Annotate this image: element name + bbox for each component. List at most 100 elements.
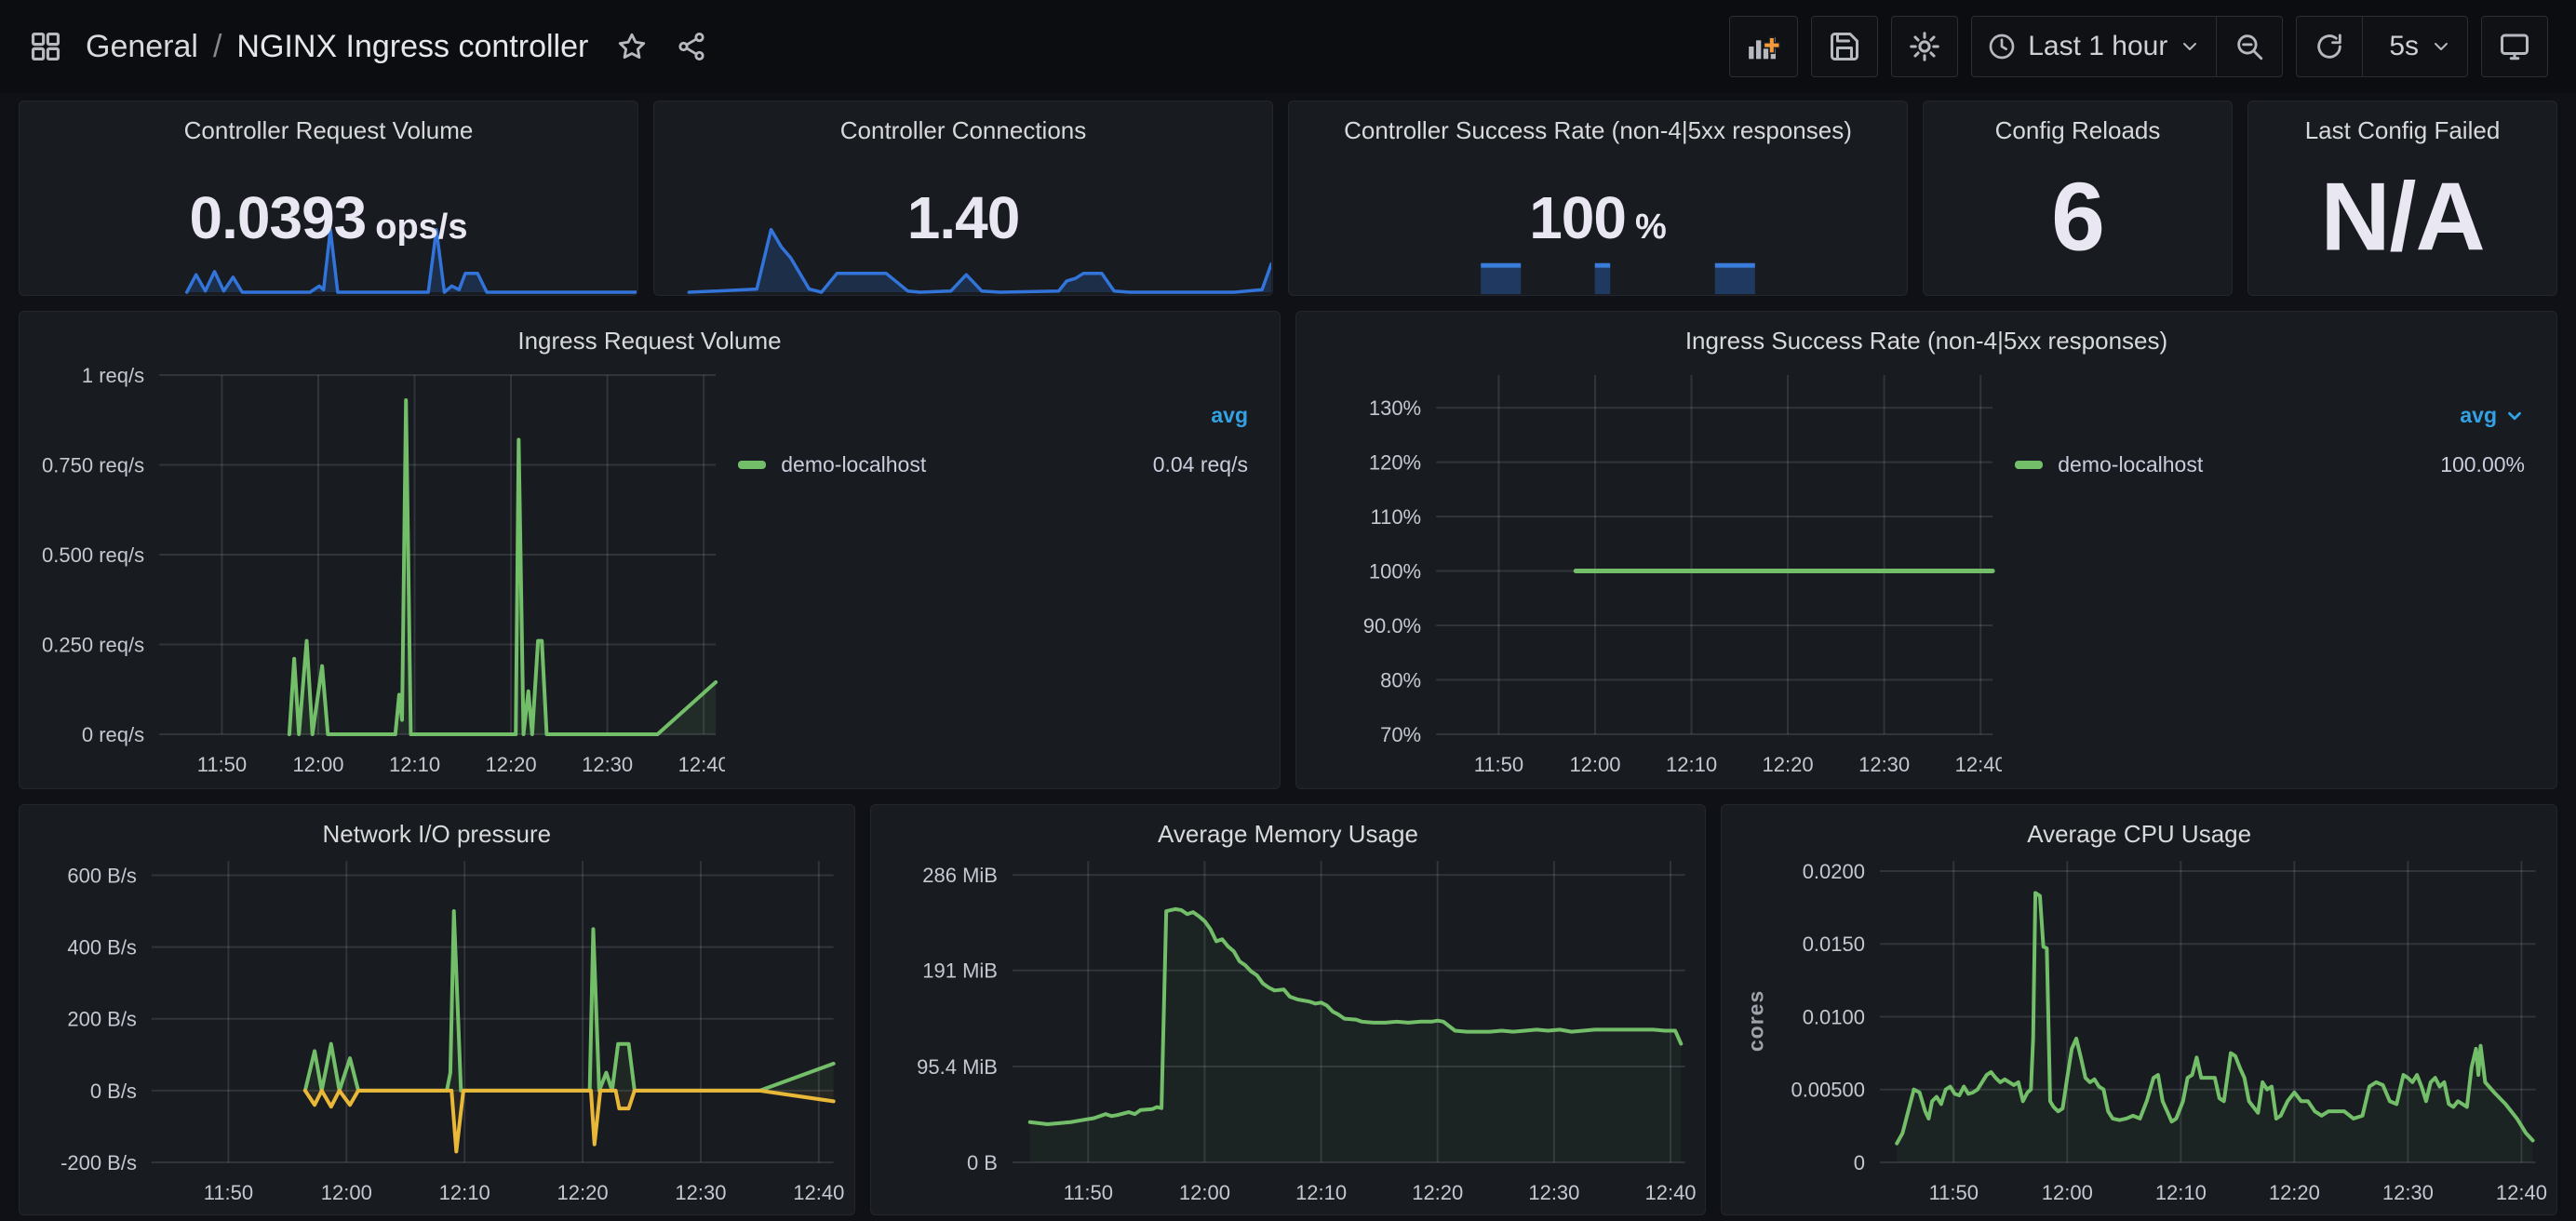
- svg-text:0.500 req/s: 0.500 req/s: [42, 543, 144, 567]
- panel-last-config-failed: Last Config Failed N/A: [2247, 101, 2557, 296]
- panel-title[interactable]: Controller Success Rate (non-4|5xx respo…: [1289, 101, 1907, 145]
- svg-text:1 req/s: 1 req/s: [82, 364, 144, 387]
- stat-value: 1.40: [654, 183, 1272, 252]
- svg-text:12:20: 12:20: [557, 1181, 609, 1204]
- clock-icon: [1987, 32, 2017, 61]
- chevron-down-icon: [2179, 35, 2201, 58]
- panel-controller-request-volume: Controller Request Volume 0.0393ops/s: [19, 101, 638, 296]
- legend-series-name[interactable]: demo-localhost: [2058, 452, 2203, 477]
- svg-text:0.750 req/s: 0.750 req/s: [42, 454, 144, 477]
- plot-area[interactable]: 11:5012:0012:1012:2012:3012:400 B95.4 Mi…: [871, 852, 1706, 1214]
- plot-area[interactable]: cores 11:5012:0012:1012:2012:3012:4000.0…: [1722, 852, 2556, 1214]
- dashboard: Controller Request Volume 0.0393ops/s Co…: [0, 93, 2576, 1215]
- svg-text:286 MiB: 286 MiB: [922, 864, 998, 887]
- svg-text:12:10: 12:10: [1295, 1181, 1347, 1204]
- legend-series-value: 0.04 req/s: [1153, 452, 1248, 477]
- time-range-label: Last 1 hour: [2028, 31, 2167, 62]
- svg-text:11:50: 11:50: [1474, 753, 1523, 776]
- breadcrumb-dashboard-title[interactable]: NGINX Ingress controller: [236, 29, 588, 65]
- series-color-swatch: [2015, 461, 2043, 469]
- stat-value: N/A: [2248, 162, 2556, 273]
- svg-text:200 B/s: 200 B/s: [67, 1008, 137, 1031]
- svg-text:12:20: 12:20: [486, 753, 537, 776]
- legend-item: demo-localhost 0.04 req/s: [725, 452, 1248, 477]
- svg-text:0 req/s: 0 req/s: [82, 723, 144, 746]
- svg-text:100%: 100%: [1369, 560, 1421, 584]
- breadcrumb-separator: /: [213, 29, 221, 65]
- svg-text:12:30: 12:30: [582, 753, 633, 776]
- graph-row-1: Ingress Request Volume 11:50 12:00 12:10 12…: [19, 311, 2557, 789]
- stat-value: 100%: [1289, 183, 1907, 252]
- navbar: General / NGINX Ingress controller: [0, 0, 2576, 93]
- panel-title[interactable]: Ingress Success Rate (non-4|5xx response…: [1296, 312, 2556, 356]
- svg-text:12:00: 12:00: [292, 753, 343, 776]
- panel-title[interactable]: Ingress Request Volume: [20, 312, 1280, 356]
- svg-text:70%: 70%: [1380, 723, 1421, 746]
- tv-monitor-icon: [2498, 30, 2531, 63]
- panel-title[interactable]: Average Memory Usage: [871, 805, 1706, 849]
- refresh-interval-picker[interactable]: 5s: [2362, 16, 2468, 77]
- tv-mode-button[interactable]: [2481, 16, 2548, 77]
- legend-item: demo-localhost 100.00%: [2002, 452, 2525, 477]
- svg-text:0 B: 0 B: [967, 1151, 998, 1174]
- legend-series-value: 100.00%: [2440, 452, 2525, 477]
- svg-text:400 B/s: 400 B/s: [67, 936, 137, 959]
- panel-title[interactable]: Last Config Failed: [2248, 101, 2556, 145]
- svg-text:11:50: 11:50: [204, 1181, 253, 1204]
- star-icon[interactable]: [616, 31, 648, 62]
- svg-text:95.4 MiB: 95.4 MiB: [917, 1055, 998, 1079]
- svg-text:12:20: 12:20: [2269, 1181, 2320, 1204]
- breadcrumb-section[interactable]: General: [86, 29, 198, 65]
- panel-ingress-request-volume: Ingress Request Volume 11:50 12:00 12:10 12…: [19, 311, 1281, 789]
- svg-text:110%: 110%: [1370, 505, 1421, 529]
- svg-text:120%: 120%: [1369, 451, 1421, 475]
- panel-title[interactable]: Controller Request Volume: [20, 101, 637, 145]
- svg-text:11:50: 11:50: [1063, 1181, 1112, 1204]
- stat-value: 6: [1924, 162, 2232, 273]
- svg-text:12:30: 12:30: [2382, 1181, 2434, 1204]
- svg-text:12:10: 12:10: [439, 1181, 490, 1204]
- legend-sort-avg[interactable]: avg: [1211, 403, 1248, 428]
- svg-text:80%: 80%: [1380, 669, 1421, 692]
- plot-area[interactable]: 11:5012:0012:1012:2012:3012:4070%80%90.0…: [1296, 362, 2002, 788]
- panel-title[interactable]: Network I/O pressure: [20, 805, 854, 849]
- svg-text:0.0200: 0.0200: [1803, 860, 1865, 883]
- svg-text:12:40: 12:40: [1644, 1181, 1696, 1204]
- svg-text:130%: 130%: [1369, 396, 1421, 420]
- save-dashboard-button[interactable]: [1811, 16, 1878, 77]
- svg-text:12:40: 12:40: [678, 753, 726, 776]
- svg-text:600 B/s: 600 B/s: [67, 864, 137, 887]
- panel-average-memory-usage: Average Memory Usage 11:5012:0012:1012:2…: [870, 804, 1707, 1215]
- dashboards-grid-icon[interactable]: [28, 29, 63, 64]
- panel-controller-success-rate: Controller Success Rate (non-4|5xx respo…: [1288, 101, 1908, 296]
- zoom-out-button[interactable]: [2216, 16, 2283, 77]
- svg-text:12:40: 12:40: [793, 1181, 844, 1204]
- share-icon[interactable]: [676, 31, 707, 62]
- plot-area[interactable]: 11:5012:0012:1012:2012:3012:400 req/s0.2…: [20, 362, 725, 788]
- chevron-down-icon: [2504, 406, 2525, 426]
- refresh-interval-label: 5s: [2389, 31, 2419, 62]
- settings-gear-button[interactable]: [1891, 16, 1958, 77]
- svg-text:12:00: 12:00: [1179, 1181, 1230, 1204]
- svg-text:12:30: 12:30: [675, 1181, 726, 1204]
- time-range-picker[interactable]: Last 1 hour: [1971, 16, 2217, 77]
- legend-series-name[interactable]: demo-localhost: [781, 452, 926, 477]
- svg-text:12:10: 12:10: [389, 753, 440, 776]
- svg-text:12:00: 12:00: [1569, 753, 1620, 776]
- add-panel-button[interactable]: [1729, 16, 1798, 77]
- refresh-button[interactable]: [2296, 16, 2363, 77]
- svg-text:-200 B/s: -200 B/s: [60, 1151, 137, 1174]
- svg-text:12:30: 12:30: [1528, 1181, 1579, 1204]
- panel-title[interactable]: Config Reloads: [1924, 101, 2232, 145]
- panel-config-reloads: Config Reloads 6: [1923, 101, 2233, 296]
- svg-text:90.0%: 90.0%: [1363, 614, 1421, 637]
- svg-text:11:50: 11:50: [197, 753, 247, 776]
- panel-title[interactable]: Average CPU Usage: [1722, 805, 2556, 849]
- panel-title[interactable]: Controller Connections: [654, 101, 1272, 145]
- svg-text:12:20: 12:20: [1763, 753, 1814, 776]
- svg-text:12:40: 12:40: [2496, 1181, 2547, 1204]
- plot-area[interactable]: 11:5012:0012:1012:2012:3012:40-200 B/s0 …: [20, 852, 854, 1214]
- legend-sort-avg[interactable]: avg: [2460, 403, 2497, 428]
- svg-text:0.00500: 0.00500: [1791, 1079, 1865, 1102]
- svg-text:0.0150: 0.0150: [1803, 933, 1865, 956]
